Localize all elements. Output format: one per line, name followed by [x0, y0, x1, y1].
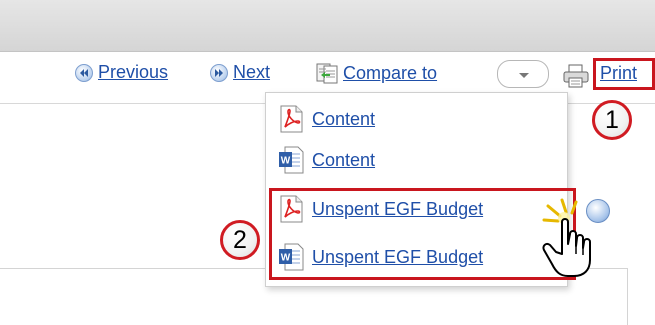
menu-item-content-pdf[interactable]: Content	[278, 105, 375, 133]
printer-icon[interactable]	[563, 64, 589, 88]
step-1-callout: 1	[592, 100, 632, 140]
hand-cursor-icon	[542, 198, 591, 277]
step-2-callout: 2	[220, 220, 260, 260]
print-link[interactable]: Print	[600, 63, 637, 84]
menu-item-label[interactable]: Content	[312, 150, 375, 171]
step-2-number: 2	[233, 225, 247, 254]
compare-link[interactable]: Compare to	[343, 63, 437, 84]
svg-text:W: W	[281, 156, 291, 167]
next-icon	[210, 63, 228, 82]
previous-icon	[75, 63, 93, 82]
next-button[interactable]: Next	[210, 62, 270, 83]
menu-item-content-word[interactable]: W Content	[278, 146, 375, 174]
previous-link[interactable]: Previous	[98, 62, 168, 83]
step-1-number: 1	[605, 105, 619, 134]
compare-button[interactable]: Compare to	[316, 62, 437, 84]
unspent-egf-highlight-box	[269, 188, 576, 280]
previous-button[interactable]: Previous	[75, 62, 168, 83]
compare-icon	[316, 63, 338, 84]
chevron-down-icon	[519, 73, 529, 78]
top-header-band	[0, 0, 655, 52]
pdf-icon	[280, 105, 303, 133]
menu-item-label[interactable]: Content	[312, 109, 375, 130]
word-icon: W	[279, 146, 304, 174]
next-link[interactable]: Next	[233, 62, 270, 83]
compare-select[interactable]	[497, 60, 549, 88]
